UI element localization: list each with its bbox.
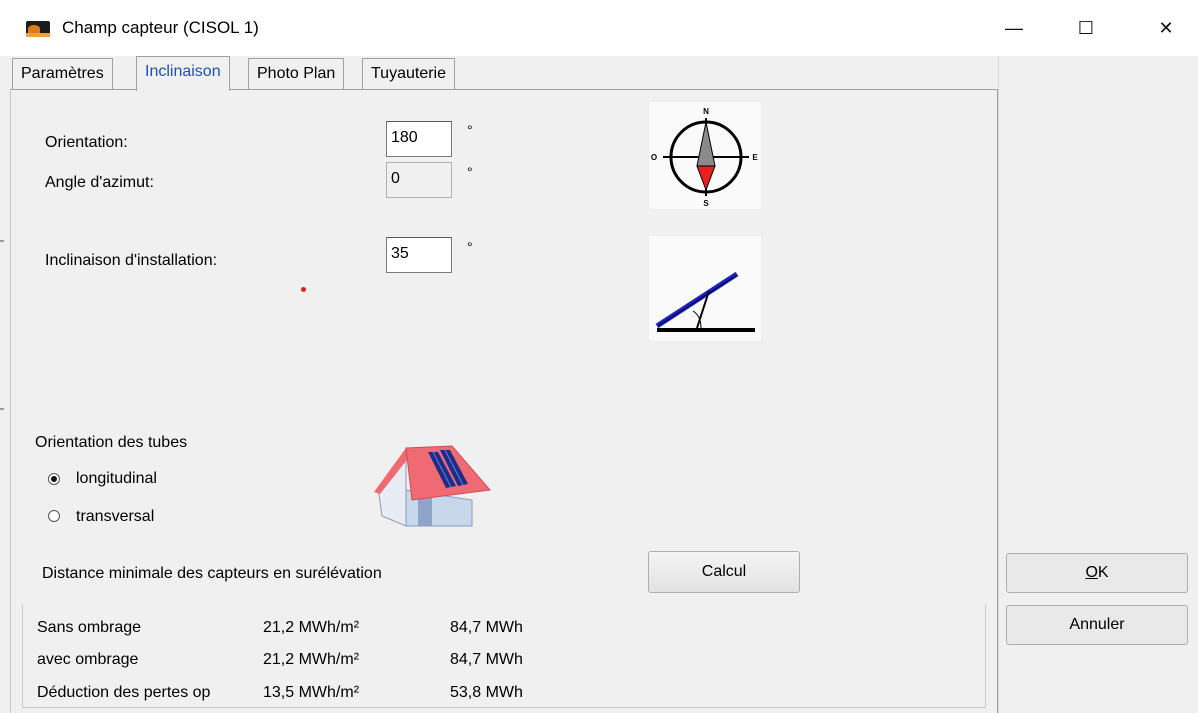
marker-dot bbox=[301, 287, 306, 292]
maximize-button[interactable]: ☐ bbox=[1058, 8, 1114, 48]
degree-symbol: ° bbox=[467, 239, 473, 255]
ok-label-rest: K bbox=[1097, 564, 1109, 581]
degree-symbol: ° bbox=[467, 164, 473, 180]
ok-mnemonic: O bbox=[1085, 564, 1098, 581]
radio-longitudinal[interactable] bbox=[48, 473, 60, 485]
app-icon bbox=[26, 21, 50, 37]
close-button[interactable]: ✕ bbox=[1138, 8, 1194, 48]
calcul-button[interactable]: Calcul bbox=[648, 551, 800, 593]
tab-tuyauterie[interactable]: Tuyauterie bbox=[362, 58, 455, 89]
tilt-angle-icon bbox=[655, 271, 755, 332]
window-title: Champ capteur (CISOL 1) bbox=[62, 18, 259, 37]
result-per-m2: 13,5 MWh/m² bbox=[263, 684, 360, 701]
result-per-m2: 21,2 MWh/m² bbox=[263, 619, 360, 636]
tab-inclinaison[interactable]: Inclinaison bbox=[136, 56, 230, 91]
result-label: Déduction des pertes op bbox=[37, 684, 211, 701]
result-total: 53,8 MWh bbox=[450, 684, 523, 701]
orientation-label: Orientation: bbox=[45, 134, 128, 151]
result-label: Sans ombrage bbox=[37, 619, 142, 636]
radio-longitudinal-label[interactable]: longitudinal bbox=[76, 469, 157, 489]
compass-west: O bbox=[651, 153, 657, 162]
result-per-m2: 21,2 MWh/m² bbox=[263, 651, 360, 668]
tilt-image bbox=[648, 235, 762, 342]
house-icon bbox=[374, 445, 491, 527]
radio-transversal[interactable] bbox=[48, 510, 60, 522]
result-total: 84,7 MWh bbox=[450, 651, 523, 668]
compass-icon: N S E O bbox=[651, 107, 758, 208]
degree-symbol: ° bbox=[467, 122, 473, 138]
installation-input[interactable]: 35 bbox=[386, 237, 452, 273]
minimize-button[interactable]: — bbox=[986, 8, 1042, 48]
azimut-label: Angle d'azimut: bbox=[45, 174, 154, 191]
result-total: 84,7 MWh bbox=[450, 619, 523, 636]
compass-east: E bbox=[752, 153, 758, 162]
edge-mark bbox=[0, 408, 4, 410]
result-label: avec ombrage bbox=[37, 651, 139, 668]
tab-photo-plan[interactable]: Photo Plan bbox=[248, 58, 345, 89]
house-image bbox=[372, 438, 492, 530]
tab-parametres[interactable]: Paramètres bbox=[12, 58, 113, 89]
azimut-input: 0 bbox=[386, 162, 452, 198]
compass-south: S bbox=[703, 199, 709, 208]
orientation-input[interactable]: 180 bbox=[386, 121, 452, 157]
ok-button[interactable]: OK bbox=[1006, 553, 1188, 593]
installation-label: Inclinaison d'installation: bbox=[45, 252, 218, 269]
radio-transversal-label[interactable]: transversal bbox=[76, 507, 154, 527]
tubes-group-label: Orientation des tubes bbox=[35, 434, 188, 451]
compass-north: N bbox=[703, 107, 709, 116]
compass-image: N S E O bbox=[648, 101, 762, 210]
annuler-button[interactable]: Annuler bbox=[1006, 605, 1188, 645]
edge-mark bbox=[0, 240, 4, 242]
distance-label: Distance minimale des capteurs en surélé… bbox=[42, 565, 382, 582]
